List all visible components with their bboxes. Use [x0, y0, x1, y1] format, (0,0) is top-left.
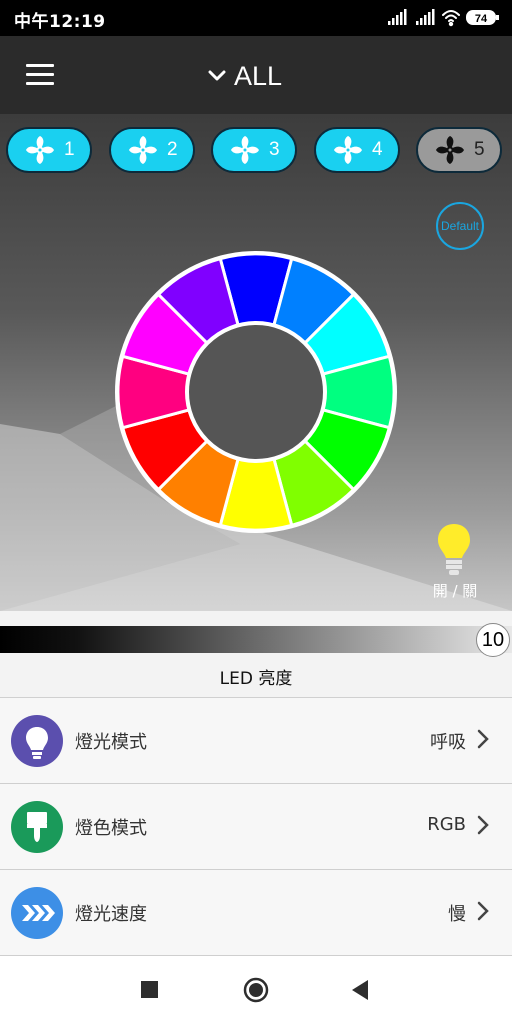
- group-selector[interactable]: ALL: [208, 58, 282, 94]
- fan-number: 2: [167, 139, 178, 160]
- power-bulb-button[interactable]: [436, 522, 472, 578]
- brightness-value[interactable]: 10: [476, 623, 510, 657]
- bulb-icon: [438, 524, 470, 575]
- fast-forward-icon: [11, 887, 63, 939]
- setting-label: 燈光速度: [75, 904, 147, 925]
- status-bar: 中午12:19 74: [0, 0, 512, 36]
- fan-icon: [334, 136, 362, 164]
- app-header: ALL: [0, 36, 512, 114]
- power-label: 開 / 關: [432, 582, 478, 600]
- setting-value: 慢: [448, 904, 466, 925]
- status-icons: 74: [388, 8, 500, 28]
- brightness-label: LED 亮度: [219, 669, 293, 689]
- paint-brush-icon: [11, 801, 63, 853]
- color-wheel-center: [185, 321, 327, 463]
- fan-icon: [129, 136, 157, 164]
- fan-button-4[interactable]: 4: [314, 127, 400, 173]
- setting-row-color-mode[interactable]: 燈色模式 RGB: [0, 784, 512, 869]
- fan-icon: [231, 136, 259, 164]
- chevron-right-icon: [477, 729, 489, 749]
- fan-number: 1: [64, 139, 75, 160]
- chevron-down-icon: [208, 70, 226, 81]
- color-wheel[interactable]: [114, 250, 398, 534]
- home-button[interactable]: [243, 977, 269, 1003]
- setting-value: RGB: [427, 814, 466, 835]
- fan-icon: [436, 136, 464, 164]
- status-time: 中午12:19: [14, 12, 106, 32]
- battery-level: 74: [475, 13, 488, 25]
- menu-button[interactable]: [26, 64, 54, 86]
- fan-button-3[interactable]: 3: [211, 127, 297, 173]
- setting-row-light-speed[interactable]: 燈光速度 慢: [0, 870, 512, 955]
- system-nav-bar: [0, 956, 512, 1024]
- back-button[interactable]: [350, 978, 370, 1002]
- chevron-right-icon: [477, 901, 489, 921]
- wifi-icon: [442, 10, 460, 27]
- default-button[interactable]: Default: [436, 202, 484, 250]
- setting-value: 呼吸: [430, 732, 466, 753]
- recents-button[interactable]: [141, 981, 158, 998]
- fan-button-1[interactable]: 1: [6, 127, 92, 173]
- setting-label: 燈光模式: [75, 732, 147, 753]
- bulb-icon: [11, 715, 63, 767]
- fan-button-5[interactable]: 5: [416, 127, 502, 173]
- color-control-area: 1 2 3 4 5 Default 開 / 關: [0, 114, 512, 611]
- battery-icon: 74: [466, 10, 499, 25]
- fan-number: 4: [372, 139, 383, 160]
- fan-button-2[interactable]: 2: [109, 127, 195, 173]
- chevron-right-icon: [477, 815, 489, 835]
- fan-number: 5: [474, 139, 485, 160]
- setting-label: 燈色模式: [75, 818, 147, 839]
- group-title: ALL: [234, 60, 283, 91]
- fan-icon: [26, 136, 54, 164]
- brightness-slider[interactable]: [0, 626, 512, 653]
- fan-number: 3: [269, 139, 280, 160]
- setting-row-light-mode[interactable]: 燈光模式 呼吸: [0, 698, 512, 783]
- signal-icon-2: [416, 9, 435, 25]
- signal-icon: [388, 9, 407, 25]
